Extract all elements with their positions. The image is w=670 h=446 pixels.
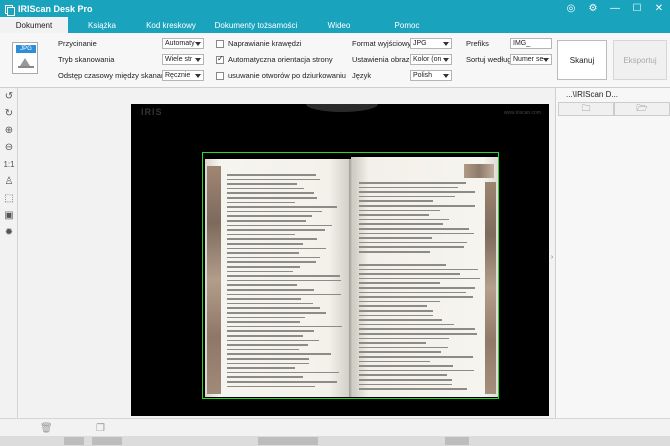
globe-icon[interactable]: ◎ [560, 0, 582, 17]
scan-mode-label: Tryb skanowania [58, 55, 115, 64]
output-format-select[interactable]: JPG [410, 38, 452, 49]
interval-label: Odstęp czasowy między skanami [58, 71, 169, 80]
checkbox-box[interactable] [216, 39, 224, 48]
title-bar: IRIScan Desk Pro ◎ ⚙ — ☐ ✕ [0, 0, 670, 17]
language-select[interactable]: Polish [410, 70, 452, 81]
tab-book[interactable]: Książka [68, 17, 136, 33]
minimize-button[interactable]: — [604, 0, 626, 17]
tab-document[interactable]: Dokument [0, 17, 68, 33]
scan-button[interactable]: Skanuj [557, 40, 607, 80]
gear-icon[interactable]: ⚙ [582, 0, 604, 17]
crop-select[interactable]: Automaty [162, 38, 204, 49]
checkbox-box-checked[interactable] [216, 54, 224, 64]
maximize-button[interactable]: ☐ [626, 0, 648, 17]
status-chip [258, 437, 318, 445]
zoom-in-icon[interactable]: ⊕ [1, 122, 17, 139]
language-label: Język [352, 71, 372, 80]
status-chip [64, 437, 84, 445]
export-button[interactable]: Eksportuj [613, 40, 667, 80]
scan-preview[interactable]: IRIS www.iriscan.com [131, 104, 549, 416]
copy-icon[interactable]: ❐ [96, 423, 105, 434]
adjust-icon[interactable]: ▣ [1, 207, 17, 224]
remove-holes-text: usuwanie otworów po dziurkowaniu [228, 71, 346, 80]
interval-select[interactable]: Ręcznie [162, 70, 204, 81]
mode-tabs: Dokument Książka Kod kreskowy Dokumenty … [0, 17, 670, 33]
folder-path: ...\IRIScan D... [566, 90, 619, 99]
status-chip [92, 437, 122, 445]
status-bar [0, 436, 670, 446]
open-folder-button[interactable]: 🗁 [614, 102, 670, 116]
left-toolbar: ↺ ↻ ⊕ ⊖ 1:1 ♙ ⬚ ▣ ✹ [0, 88, 18, 418]
crop-label: Przycinanie [58, 39, 97, 48]
zoom-out-icon[interactable]: ⊖ [1, 139, 17, 156]
prefix-input[interactable]: IMG_ [510, 38, 552, 49]
tab-id-documents[interactable]: Dokumenty tożsamości [206, 17, 306, 33]
jpg-document-icon: JPG [12, 42, 38, 74]
scanner-head [306, 104, 378, 112]
crop-frame[interactable] [202, 152, 499, 399]
close-button[interactable]: ✕ [648, 0, 670, 17]
image-settings-select[interactable]: Kolor (on [410, 54, 452, 65]
auto-orient-checkbox[interactable]: Automatyczna orientacja strony [216, 54, 333, 64]
new-folder-button[interactable]: 🗀 [558, 102, 614, 116]
folder-icon: 🗀 [581, 103, 591, 113]
folder-open-icon: 🗁 [636, 103, 648, 113]
app-logo-icon [4, 4, 15, 16]
trash-icon[interactable]: 🗑 [40, 423, 53, 434]
output-format-label: Format wyjściowy [352, 39, 412, 48]
tab-video[interactable]: Wideo [306, 17, 372, 33]
scan-mode-select[interactable]: Wiele str [162, 54, 204, 65]
fix-edges-text: Naprawianie krawędzi [228, 39, 302, 48]
checkbox-box[interactable] [216, 71, 224, 80]
app-title: IRIScan Desk Pro [18, 3, 93, 14]
auto-orient-text: Automatyczna orientacja strony [228, 55, 333, 64]
image-settings-label: Ustawienia obrazu [352, 55, 414, 64]
stamp-icon[interactable]: ♙ [1, 173, 17, 190]
jpg-badge: JPG [16, 45, 36, 53]
rotate-right-icon[interactable]: ↻ [1, 105, 17, 122]
status-chip [445, 437, 469, 445]
brightness-icon[interactable]: ✹ [1, 224, 17, 241]
sort-label: Sortuj według [466, 55, 512, 64]
crop-area-icon[interactable]: ⬚ [1, 190, 17, 207]
actual-size-icon[interactable]: 1:1 [1, 156, 17, 173]
rotate-left-icon[interactable]: ↺ [1, 88, 17, 105]
remove-holes-checkbox[interactable]: usuwanie otworów po dziurkowaniu [216, 71, 346, 80]
fix-edges-checkbox[interactable]: Naprawianie krawędzi [216, 39, 301, 48]
brand-logo: IRIS [141, 107, 163, 117]
image-icon [18, 56, 34, 68]
tab-help[interactable]: Pomoc [372, 17, 442, 33]
tab-barcode[interactable]: Kod kreskowy [136, 17, 206, 33]
window-controls: ◎ ⚙ — ☐ ✕ [560, 0, 670, 17]
watermark: www.iriscan.com [503, 110, 541, 116]
prefix-label: Prefiks [466, 39, 489, 48]
sort-select[interactable]: Numer se [510, 54, 552, 65]
file-panel: ...\IRIScan D... 🗀 🗁 [555, 88, 670, 418]
